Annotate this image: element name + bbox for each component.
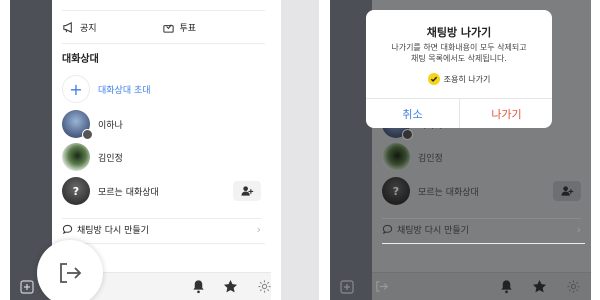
star-icon: [532, 279, 547, 293]
chevron-right-icon: ›: [256, 223, 261, 236]
invite-label: 대화상대 초대: [98, 85, 151, 96]
gear-icon: [567, 280, 580, 293]
members-section-title: 대화상대: [62, 54, 99, 65]
recreate-label: 채팅방 다시 만들기: [397, 226, 469, 236]
member-row: ? 모르는 대화상대: [382, 176, 581, 206]
vote-label: 투표: [179, 23, 197, 34]
leave-chatroom-button[interactable]: [37, 240, 103, 300]
dialog-message: 나가기를 하면 대화내용이 모두 삭제되고 채팅 목록에서도 삭제됩니다.: [374, 42, 544, 64]
section-divider: [62, 243, 265, 244]
unknown-avatar: ?: [382, 177, 410, 205]
member-row: 김인정: [382, 142, 581, 172]
dialog-message-line: 나가기를 하면 대화내용이 모두 삭제되고: [391, 43, 527, 52]
member-name: 김인정: [418, 153, 443, 164]
star-icon[interactable]: [223, 279, 238, 294]
recreate-chatroom-row[interactable]: 채팅방 다시 만들기 ›: [62, 218, 261, 236]
chat-bubble-icon: [62, 224, 73, 235]
exit-icon: [376, 281, 388, 292]
cancel-button[interactable]: 취소: [366, 99, 459, 128]
me-badge-icon: [82, 129, 93, 140]
top-divider: [62, 10, 265, 11]
member-name: 모르는 대화상대: [418, 187, 479, 198]
plus-icon: +: [62, 75, 90, 103]
unknown-avatar: ?: [62, 177, 90, 205]
ballot-box-icon: [162, 23, 174, 33]
member-name: 이하나: [98, 120, 123, 131]
invite-member-row[interactable]: + 대화상대 초대: [62, 74, 261, 104]
leave-button[interactable]: 나가기: [460, 99, 552, 128]
chevron-right-icon: ›: [576, 223, 581, 236]
megaphone-icon: [63, 21, 72, 33]
add-person-icon: [560, 186, 573, 196]
vote-button[interactable]: 투표: [162, 21, 262, 34]
recreate-label: 채팅방 다시 만들기: [77, 226, 149, 236]
frame-gap-gray: [281, 0, 319, 300]
left-phone-screen: 공지 투표 대화상대 + 대화상대 초대 이하나 김인정 ? 모르는 대화상대 …: [10, 0, 271, 300]
member-row[interactable]: 김인정: [62, 142, 261, 172]
me-badge-icon: [402, 129, 413, 140]
add-friend-button: [553, 181, 581, 201]
plus-icon: [340, 280, 354, 294]
drawer-bottom-bar: [372, 272, 591, 300]
add-person-icon: [240, 186, 253, 196]
frame-gap: [271, 0, 281, 300]
leave-chatroom-dialog: 채팅방 나가기 나가기를 하면 대화내용이 모두 삭제되고 채팅 목록에서도 삭…: [366, 10, 552, 128]
bell-icon[interactable]: [191, 279, 206, 294]
checkbox-label: 조용히 나가기: [443, 74, 491, 84]
member-row[interactable]: 이하나: [62, 109, 261, 140]
frame-gap: [591, 0, 600, 300]
dialog-message-line: 채팅 목록에서도 삭제됩니다.: [411, 54, 507, 63]
avatar: [62, 143, 90, 171]
bell-icon: [501, 280, 512, 294]
member-name: 모르는 대화상대: [98, 187, 159, 198]
quiet-leave-checkbox[interactable]: 조용히 나가기: [366, 73, 552, 85]
screenshot-stage: 공지 투표 대화상대 + 대화상대 초대 이하나 김인정 ? 모르는 대화상대 …: [0, 0, 600, 300]
section-divider: [62, 43, 265, 44]
notice-label: 공지: [80, 23, 97, 34]
gear-icon[interactable]: [257, 279, 271, 294]
notice-button[interactable]: 공지: [62, 21, 162, 34]
dialog-title: 채팅방 나가기: [426, 26, 492, 39]
member-name: 김인정: [98, 153, 123, 164]
recreate-chatroom-row: 채팅방 다시 만들기 ›: [382, 218, 581, 236]
plus-icon[interactable]: [20, 280, 34, 294]
section-divider: [382, 243, 585, 244]
checkmark-icon: [427, 73, 440, 85]
avatar: [62, 110, 93, 140]
frame-gap: [319, 0, 330, 300]
exit-icon: [60, 263, 82, 283]
chat-bubble-icon: [382, 224, 393, 235]
add-friend-button[interactable]: [233, 181, 261, 201]
drawer-tools-row: 공지 투표: [62, 17, 261, 37]
member-row[interactable]: ? 모르는 대화상대: [62, 176, 261, 206]
avatar: [382, 143, 410, 171]
